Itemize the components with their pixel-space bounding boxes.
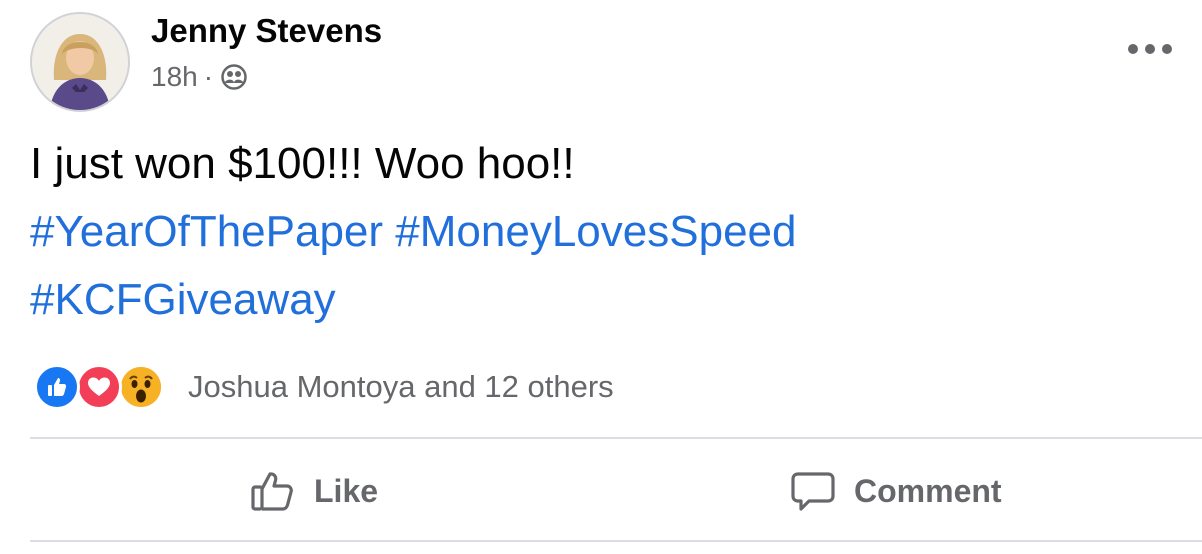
post-text: I just won $100!!! Woo hoo!! #YearOfTheP…	[30, 130, 1170, 334]
like-reaction-icon	[34, 364, 80, 410]
more-options-button[interactable]	[1128, 34, 1172, 64]
reaction-icons[interactable]	[34, 364, 174, 410]
post-actions: Like Comment	[30, 440, 1202, 540]
like-button-label: Like	[314, 472, 379, 509]
post-message: I just won $100!!! Woo hoo!!	[30, 139, 575, 188]
feed-post: Jenny Stevens 18h · I just won $100!!! W…	[0, 0, 1202, 554]
comment-button-label: Comment	[854, 472, 1002, 509]
comment-button[interactable]: Comment	[790, 468, 1002, 514]
hashtag-line: #YearOfThePaper #MoneyLovesSpeed	[30, 198, 1170, 266]
profile-photo	[32, 14, 128, 110]
more-horizontal-icon	[1145, 44, 1155, 54]
more-horizontal-icon	[1162, 44, 1172, 54]
wow-reaction-icon	[118, 364, 164, 410]
friends-icon[interactable]	[219, 62, 249, 92]
more-horizontal-icon	[1128, 44, 1138, 54]
hashtag-link[interactable]: #MoneyLovesSpeed	[395, 207, 796, 256]
post-meta: 18h ·	[151, 60, 249, 94]
reactions-bar: Joshua Montoya and 12 others	[34, 364, 614, 410]
post-timestamp[interactable]: 18h	[151, 61, 198, 93]
hashtag-line: #KCFGiveaway	[30, 266, 1170, 334]
hashtag-link[interactable]: #YearOfThePaper	[30, 207, 383, 256]
author-name[interactable]: Jenny Stevens	[151, 12, 382, 50]
meta-separator: ·	[203, 61, 214, 92]
like-button[interactable]: Like	[250, 468, 378, 514]
divider	[30, 437, 1202, 439]
hashtag-link[interactable]: #KCFGiveaway	[30, 275, 336, 324]
reaction-summary[interactable]: Joshua Montoya and 12 others	[188, 369, 614, 405]
avatar[interactable]	[30, 12, 130, 112]
thumbs-up-icon	[250, 470, 296, 512]
comment-icon	[790, 470, 836, 512]
divider	[30, 540, 1202, 542]
love-reaction-icon	[76, 364, 122, 410]
